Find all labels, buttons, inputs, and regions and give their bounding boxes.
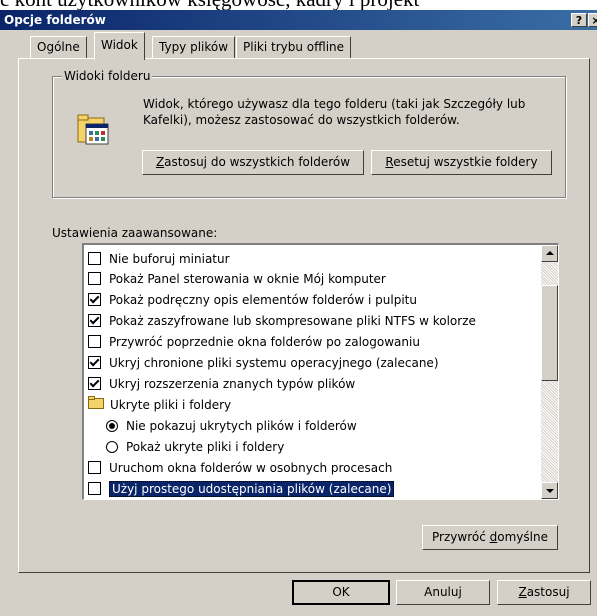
tab-offline-files[interactable]: Pliki trybu offline [236,36,352,58]
apply-to-all-folders-button[interactable]: Zastosuj do wszystkich folderów [142,150,364,175]
list-item-label: Pokaż podręczny opis elementów folderów … [109,293,417,307]
list-item-label: Nie pokazuj ukrytych plików i folderów [126,419,357,433]
list-item-label: Użyj prostego udostępniania plików (zale… [109,481,395,497]
reset-all-folders-button[interactable]: Resetuj wszystkie foldery [371,150,552,175]
apply-button[interactable]: Zastosuj [497,580,591,605]
advanced-settings-list[interactable]: Nie buforuj miniatur Pokaż Panel sterowa… [82,243,559,500]
list-item[interactable]: Pokaż Panel sterowania w oknie Mój kompu… [88,269,386,289]
restore-defaults-label: Przywróć [432,530,490,544]
ok-button[interactable]: OK [292,580,390,605]
close-button[interactable]: × [588,13,597,27]
list-item[interactable]: Pokaż ukryte pliki i foldery [106,437,284,457]
checkbox[interactable] [88,293,101,306]
help-icon: ? [575,14,583,27]
list-item-label: Pokaż Panel sterowania w oknie Mój kompu… [109,272,386,286]
list-item[interactable]: Przywróć poprzednie okna folderów po zal… [88,332,420,352]
folder-views-group-title: Widoki folderu [62,69,153,83]
reset-all-label: esetuj wszystkie foldery [393,155,538,169]
list-item[interactable]: Pokaż zaszyfrowane lub skompresowane pli… [88,311,476,331]
scroll-up-button[interactable] [541,245,558,262]
list-item-selected[interactable]: Użyj prostego udostępniania plików (zale… [88,479,395,499]
title-bar[interactable]: Opcje folderów ? × [0,10,597,30]
apply-all-accel: Z [155,155,165,169]
radio-button[interactable] [106,419,118,432]
scroll-down-button[interactable] [541,482,558,499]
tab-view-label: Widok [101,38,138,52]
checkbox[interactable] [88,461,101,474]
arrow-down-icon [546,489,554,493]
cancel-button[interactable]: Anuluj [396,580,490,605]
apply-label: astosuj [526,585,570,599]
checkbox[interactable] [88,335,101,348]
list-item-label: Przywróć poprzednie okna folderów po zal… [109,335,420,349]
ok-label: OK [332,585,350,599]
apply-all-label: astosuj do wszystkich folderów [164,155,351,169]
advanced-settings-label: Ustawienia zaawansowane: [52,226,218,240]
list-item[interactable]: Ukryj chronione pliki systemu operacyjne… [88,353,439,373]
scroll-thumb[interactable] [541,285,558,381]
tab-general-label: Ogólne [37,40,80,54]
list-item-label: Ukryj chronione pliki systemu operacyjne… [109,356,439,370]
folder-views-group [52,76,566,198]
list-item[interactable]: Nie buforuj miniatur [88,249,230,269]
checkbox[interactable] [88,356,101,369]
folder-icon [88,395,104,415]
help-button[interactable]: ? [571,13,587,27]
arrow-up-icon [546,251,554,255]
list-item-label: Pokaż zaszyfrowane lub skompresowane pli… [109,314,476,328]
tab-file-types[interactable]: Typy plików [152,36,236,58]
tab-view[interactable]: Widok [94,32,145,60]
apply-accel: Z [518,585,527,599]
list-item[interactable]: Pokaż podręczny opis elementów folderów … [88,290,417,310]
checkbox[interactable] [88,377,101,390]
tab-offline-files-label: Pliki trybu offline [243,40,345,54]
checkbox[interactable] [88,252,101,265]
checkbox[interactable] [88,272,101,285]
list-item[interactable]: Ukryj rozszerzenia znanych typów plików [88,374,355,394]
tab-file-types-label: Typy plików [159,40,229,54]
list-item[interactable]: Ukryte pliki i foldery [88,395,231,415]
list-item-label: Uruchom okna folderów w osobnych procesa… [109,461,393,475]
folder-views-description: Widok, którego używasz dla tego folderu … [143,97,526,127]
folder-views-icon [76,112,110,149]
radio-button[interactable] [106,440,118,453]
list-item-label: Ukryj rozszerzenia znanych typów plików [109,377,356,391]
close-icon: × [591,14,597,27]
restore-defaults-button[interactable]: Przywróć domyślne [422,525,558,550]
checkbox[interactable] [88,482,101,495]
checkbox[interactable] [88,314,101,327]
restore-defaults-label-rest: omyślne [497,530,548,544]
list-item[interactable]: Uruchom okna folderów w osobnych procesa… [88,458,392,478]
list-item[interactable]: Nie pokazuj ukrytych plików i folderów [106,416,357,436]
list-item-label: Ukryte pliki i foldery [110,398,232,412]
vertical-scrollbar[interactable] [541,245,558,499]
cancel-label: Anuluj [424,585,462,599]
dialog-title: Opcje folderów [4,13,106,27]
tab-general[interactable]: Ogólne [30,36,87,58]
list-item-label: Nie buforuj miniatur [109,252,230,266]
background-document-text: ć kont użytkowników księgowość, kadry i … [0,0,597,10]
list-item-label: Pokaż ukryte pliki i foldery [126,440,285,454]
